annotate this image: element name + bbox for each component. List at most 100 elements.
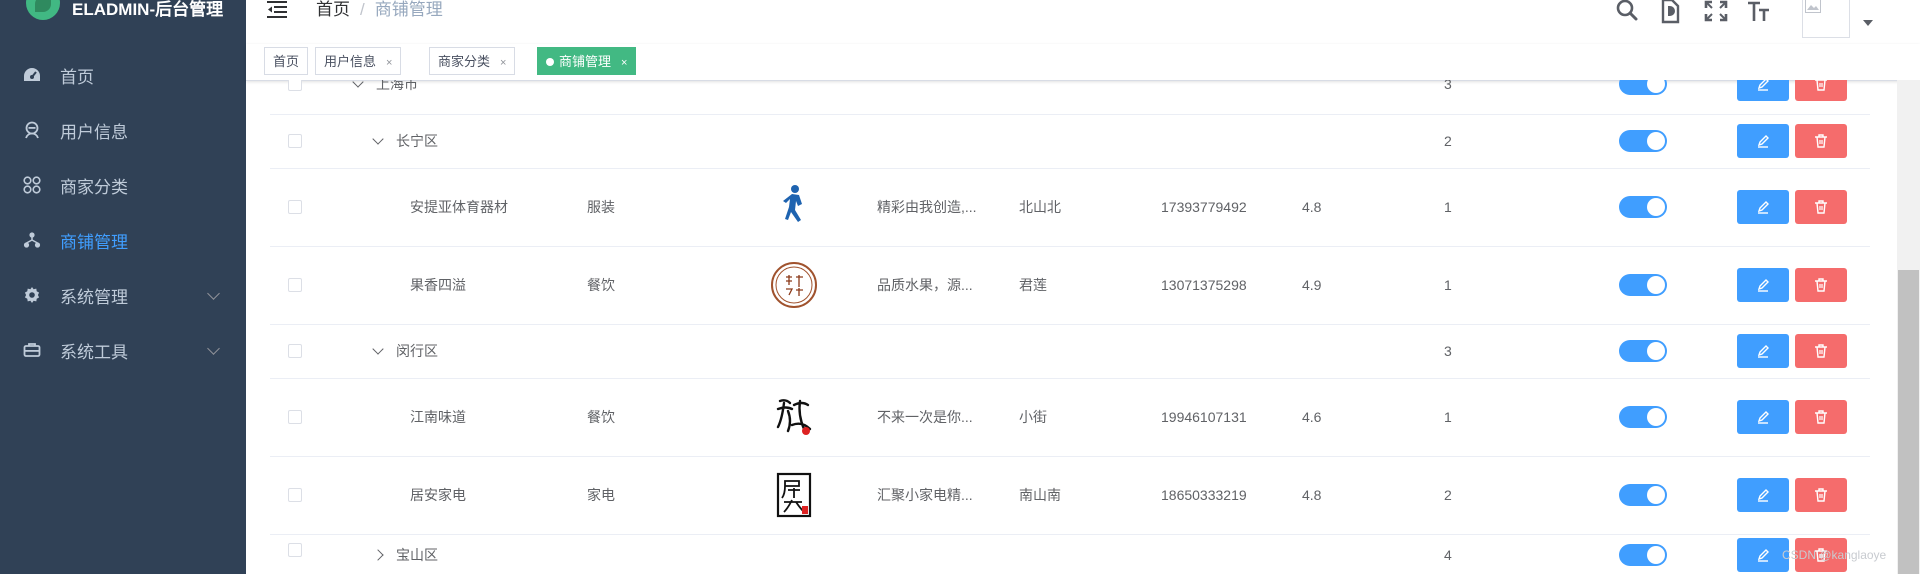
cell-address: 南山南: [1019, 487, 1061, 503]
font-size-icon[interactable]: [1747, 0, 1771, 24]
caret-down-icon[interactable]: [1863, 20, 1873, 26]
calligraphy-logo: [770, 393, 818, 441]
status-toggle[interactable]: [1619, 130, 1667, 152]
edit-icon: [1757, 345, 1769, 358]
chevron-right-icon[interactable]: [372, 549, 384, 561]
status-toggle[interactable]: [1619, 406, 1667, 428]
row-checkbox[interactable]: [288, 80, 302, 91]
tag-merchant-category[interactable]: 商家分类 ×: [429, 47, 516, 75]
row-checkbox[interactable]: [288, 200, 302, 214]
chevron-down-icon[interactable]: [372, 343, 384, 355]
cell-count: 2: [1444, 487, 1452, 503]
row-checkbox[interactable]: [288, 134, 302, 148]
sidebar-item-merchant-category[interactable]: 商家分类: [0, 157, 246, 213]
table-row[interactable]: 居安家电 家电 汇聚小家电精... 南山南 18650333219 4.8 2: [270, 456, 1870, 535]
cell-name: 上海市: [376, 80, 418, 92]
cell-category: 服装: [587, 199, 615, 215]
app-logo[interactable]: ELADMIN-后台管理: [0, 0, 246, 22]
edit-button[interactable]: [1737, 268, 1789, 302]
scrollbar-thumb[interactable]: [1898, 270, 1919, 574]
tag-label: 用户信息: [324, 54, 377, 69]
table-row[interactable]: 安提亚体育器材 服装 精彩由我创造,... 北山北 17393779492 4.…: [270, 168, 1870, 247]
table-row[interactable]: 上海市 3: [270, 80, 1870, 115]
sidebar-item-shop-management[interactable]: 商铺管理: [0, 212, 246, 268]
shop-tree-table: 上海市 3 长宁区 2 安提亚体育器材 服装 精彩由我创造,... 北山北 17…: [270, 80, 1870, 574]
table-row[interactable]: 果香四溢 餐饮 品质水果，源... 君莲 13071375298 4.9 1: [270, 246, 1870, 325]
cell-count: 3: [1444, 343, 1452, 359]
status-toggle[interactable]: [1619, 80, 1667, 95]
row-checkbox[interactable]: [288, 410, 302, 424]
hamburger-menu-icon[interactable]: [266, 0, 288, 22]
delete-icon: [1815, 134, 1827, 148]
breadcrumb-home[interactable]: 首页: [316, 0, 350, 19]
edit-button[interactable]: [1737, 124, 1789, 158]
sidebar-item-label: 系统管理: [60, 287, 128, 307]
row-checkbox[interactable]: [288, 488, 302, 502]
delete-button[interactable]: [1795, 334, 1847, 368]
chevron-down-icon[interactable]: [372, 133, 384, 145]
avatar[interactable]: [1802, 0, 1850, 38]
table-row[interactable]: 江南味道 餐饮 不来一次是你... 小街 19946107131 4.6 1: [270, 378, 1870, 457]
cell-name: 安提亚体育器材: [410, 199, 508, 215]
row-checkbox[interactable]: [288, 344, 302, 358]
navbar: 首页 / 商铺管理: [246, 0, 1920, 44]
edit-button[interactable]: [1737, 334, 1789, 368]
search-icon[interactable]: [1615, 0, 1639, 24]
status-toggle[interactable]: [1619, 484, 1667, 506]
delete-button[interactable]: [1795, 268, 1847, 302]
cell-description: 汇聚小家电精...: [877, 487, 973, 503]
table-row[interactable]: 宝山区 4: [270, 534, 1870, 574]
sidebar-item-home[interactable]: 首页: [0, 47, 246, 103]
edit-button[interactable]: [1737, 478, 1789, 512]
tag-home[interactable]: 首页: [264, 47, 309, 75]
watermark: CSDN @kanglaoye: [1782, 548, 1887, 562]
edit-button[interactable]: [1737, 190, 1789, 224]
delete-button[interactable]: [1795, 80, 1847, 101]
close-icon[interactable]: ×: [386, 57, 392, 69]
tag-user-info[interactable]: 用户信息 ×: [315, 47, 402, 75]
cell-category: 家电: [587, 487, 615, 503]
sidebar-item-system-tools[interactable]: 系统工具: [0, 322, 246, 378]
status-toggle[interactable]: [1619, 544, 1667, 566]
edit-icon: [1757, 279, 1769, 292]
cell-address: 北山北: [1019, 199, 1061, 215]
gear-icon: [23, 286, 41, 304]
status-toggle[interactable]: [1619, 196, 1667, 218]
cell-name: 江南味道: [410, 409, 466, 425]
cell-name: 果香四溢: [410, 277, 466, 293]
edit-icon: [1757, 549, 1769, 562]
delete-button[interactable]: [1795, 124, 1847, 158]
fullscreen-icon[interactable]: [1704, 0, 1728, 24]
delete-button[interactable]: [1795, 478, 1847, 512]
edit-icon: [1757, 135, 1769, 148]
sidebar-item-user-info[interactable]: 用户信息: [0, 102, 246, 158]
edit-button[interactable]: [1737, 400, 1789, 434]
athlete-logo: [770, 183, 818, 231]
user-icon: [23, 121, 41, 139]
chevron-down-icon[interactable]: [352, 80, 364, 88]
document-icon[interactable]: [1659, 0, 1683, 24]
edit-icon: [1757, 489, 1769, 502]
edit-icon: [1757, 411, 1769, 424]
edit-button[interactable]: [1737, 80, 1789, 101]
cell-category: 餐饮: [587, 409, 615, 425]
table-row[interactable]: 闵行区 3: [270, 324, 1870, 379]
status-toggle[interactable]: [1619, 340, 1667, 362]
tag-shop-management[interactable]: 商铺管理 ×: [537, 47, 637, 75]
row-checkbox[interactable]: [288, 278, 302, 292]
cell-count: 3: [1444, 80, 1452, 92]
delete-icon: [1815, 80, 1827, 91]
close-icon[interactable]: ×: [621, 57, 627, 69]
breadcrumb-current: 商铺管理: [374, 0, 443, 19]
sidebar-item-system-management[interactable]: 系统管理: [0, 267, 246, 323]
status-toggle[interactable]: [1619, 274, 1667, 296]
delete-button[interactable]: [1795, 190, 1847, 224]
sidebar-item-label: 系统工具: [60, 342, 128, 362]
cell-address: 小街: [1019, 409, 1047, 425]
cell-count: 1: [1444, 199, 1452, 215]
tools-icon: [23, 341, 41, 359]
delete-button[interactable]: [1795, 400, 1847, 434]
table-row[interactable]: 长宁区 2: [270, 114, 1870, 169]
close-icon[interactable]: ×: [500, 57, 506, 69]
row-checkbox[interactable]: [288, 543, 302, 557]
